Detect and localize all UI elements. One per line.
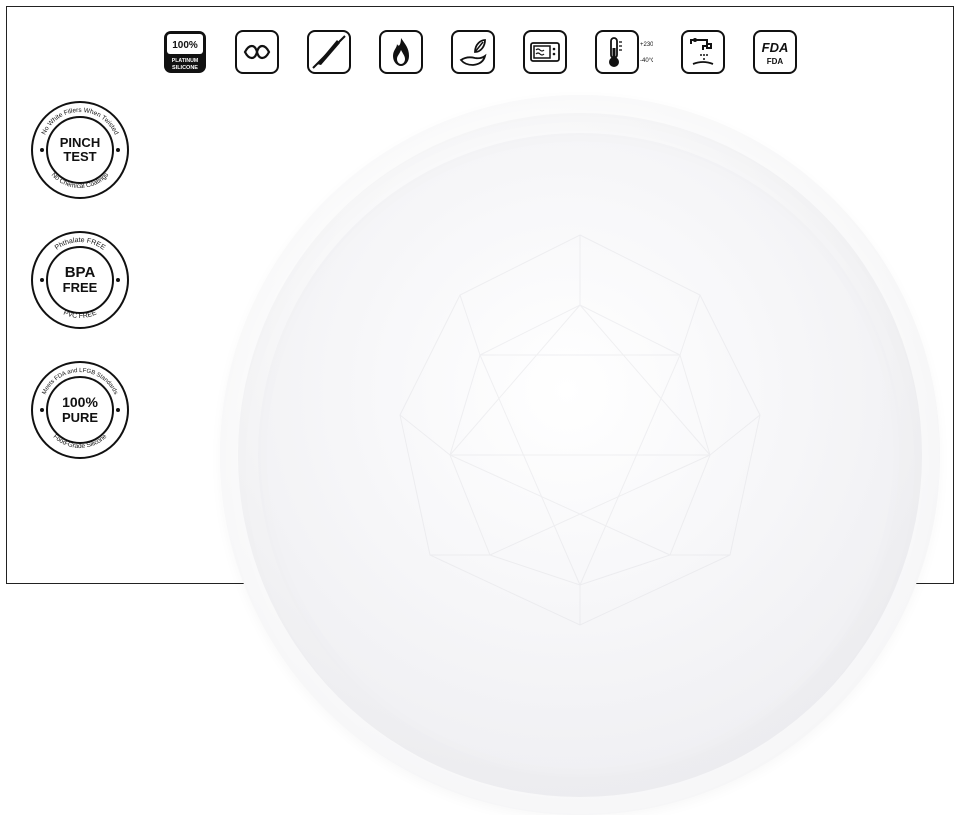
pure-badge: Meets FDA and LFGB Standards Food-Grade … bbox=[30, 360, 130, 460]
pinch-test-badge: No White Fillers When Twisted No Chemica… bbox=[30, 100, 130, 200]
svg-text:PINCH: PINCH bbox=[60, 135, 100, 150]
svg-text:PURE: PURE bbox=[62, 410, 98, 425]
svg-text:SILICONE: SILICONE bbox=[172, 65, 198, 71]
food-safe-hand-icon bbox=[451, 30, 495, 74]
flame-safe-icon bbox=[379, 30, 423, 74]
temperature-range-icon: +230°C -40°C bbox=[595, 30, 653, 74]
dishwasher-safe-icon bbox=[681, 30, 725, 74]
svg-text:TEST: TEST bbox=[63, 149, 96, 164]
feature-icon-row: 100% PLATINUM SILICONE bbox=[0, 30, 960, 74]
microwave-safe-icon bbox=[523, 30, 567, 74]
svg-text:-40°C: -40°C bbox=[640, 58, 653, 64]
flexible-icon bbox=[235, 30, 279, 74]
svg-text:100%: 100% bbox=[62, 394, 98, 410]
platinum-silicone-icon: 100% PLATINUM SILICONE bbox=[163, 30, 207, 74]
svg-text:100%: 100% bbox=[172, 40, 198, 51]
svg-text:BPA: BPA bbox=[65, 264, 96, 281]
svg-text:+230°C: +230°C bbox=[640, 42, 653, 48]
svg-text:FDA: FDA bbox=[767, 57, 784, 66]
geometric-facet-pattern bbox=[280, 155, 880, 755]
bpa-free-badge: Phthalate FREE PVC FREE BPA FREE bbox=[30, 230, 130, 330]
certification-badges: No White Fillers When Twisted No Chemica… bbox=[30, 100, 130, 460]
no-knife-icon bbox=[307, 30, 351, 74]
svg-text:FREE: FREE bbox=[63, 280, 98, 295]
svg-text:PLATINUM: PLATINUM bbox=[172, 58, 198, 64]
svg-text:FDA: FDA bbox=[762, 40, 789, 55]
fda-icon: FDA FDA bbox=[753, 30, 797, 74]
silicone-mold-dome bbox=[220, 95, 940, 815]
